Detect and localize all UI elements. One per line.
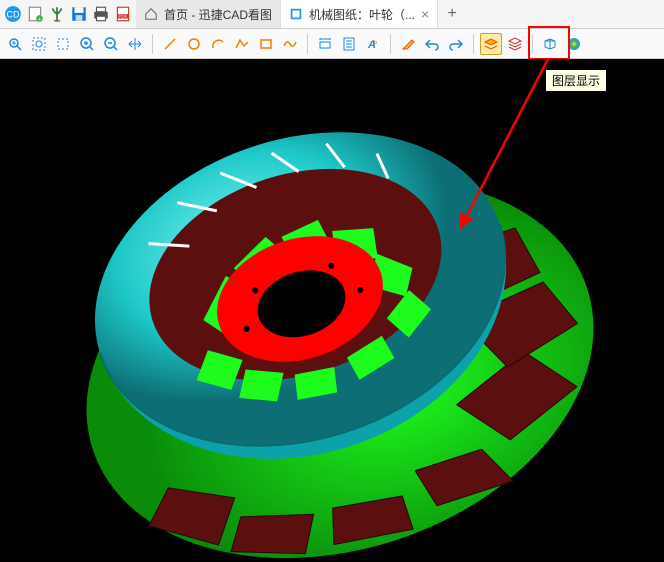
zoom-extents-icon[interactable] (4, 33, 26, 55)
circle-icon[interactable] (183, 33, 205, 55)
model-impeller (0, 59, 664, 562)
polyline-icon[interactable] (231, 33, 253, 55)
layer-display-icon[interactable] (480, 33, 502, 55)
dimension-icon[interactable] (314, 33, 336, 55)
arc-icon[interactable] (207, 33, 229, 55)
redo-icon[interactable] (445, 33, 467, 55)
separator (390, 34, 391, 54)
print-icon[interactable] (92, 5, 110, 23)
visual-style-icon[interactable] (563, 33, 585, 55)
tooltip-layer-display: 图层显示 (545, 69, 607, 92)
tab-drawing[interactable]: 机械图纸：叶轮（... × (281, 0, 438, 28)
layer-icon[interactable] (338, 33, 360, 55)
spline-icon[interactable] (279, 33, 301, 55)
tooltip-label: 图层显示 (552, 74, 600, 88)
viewport-3d[interactable]: 图层显示 (0, 59, 664, 562)
close-icon[interactable]: × (421, 7, 429, 21)
zoom-in-icon[interactable] (76, 33, 98, 55)
separator (307, 34, 308, 54)
palm-icon[interactable] (48, 5, 66, 23)
pdf-icon[interactable]: PDF (114, 5, 132, 23)
home-icon (144, 7, 158, 21)
svg-text:+: + (38, 17, 41, 23)
tab-home[interactable]: 首页 - 迅捷CAD看图 (136, 0, 281, 28)
toolbar: Ab (0, 29, 664, 59)
zoom-selection-icon[interactable] (52, 33, 74, 55)
layer-manager-icon[interactable] (504, 33, 526, 55)
zoom-out-icon[interactable] (100, 33, 122, 55)
line-icon[interactable] (159, 33, 181, 55)
svg-text:PDF: PDF (119, 13, 128, 18)
drawing-file-icon (289, 7, 303, 21)
edit-icon[interactable] (397, 33, 419, 55)
text-annotation-icon[interactable]: Ab (362, 33, 384, 55)
tab-bar: CD + PDF 首页 - 迅捷CAD看图 机械图纸：叶轮（... × + (0, 0, 664, 29)
new-file-icon[interactable]: + (26, 5, 44, 23)
separator (532, 34, 533, 54)
separator (473, 34, 474, 54)
undo-icon[interactable] (421, 33, 443, 55)
tab-home-label: 首页 - 迅捷CAD看图 (164, 6, 272, 23)
quick-access: CD + PDF (0, 0, 136, 28)
svg-text:b: b (374, 40, 377, 46)
zoom-window-icon[interactable] (28, 33, 50, 55)
tab-drawing-label: 机械图纸：叶轮（... (309, 6, 415, 23)
save-icon[interactable] (70, 5, 88, 23)
svg-text:CD: CD (7, 9, 20, 19)
rectangle-icon[interactable] (255, 33, 277, 55)
pan-icon[interactable] (124, 33, 146, 55)
separator (152, 34, 153, 54)
view3d-icon[interactable] (539, 33, 561, 55)
add-tab-button[interactable]: + (438, 0, 466, 28)
app-logo-icon[interactable]: CD (4, 5, 22, 23)
